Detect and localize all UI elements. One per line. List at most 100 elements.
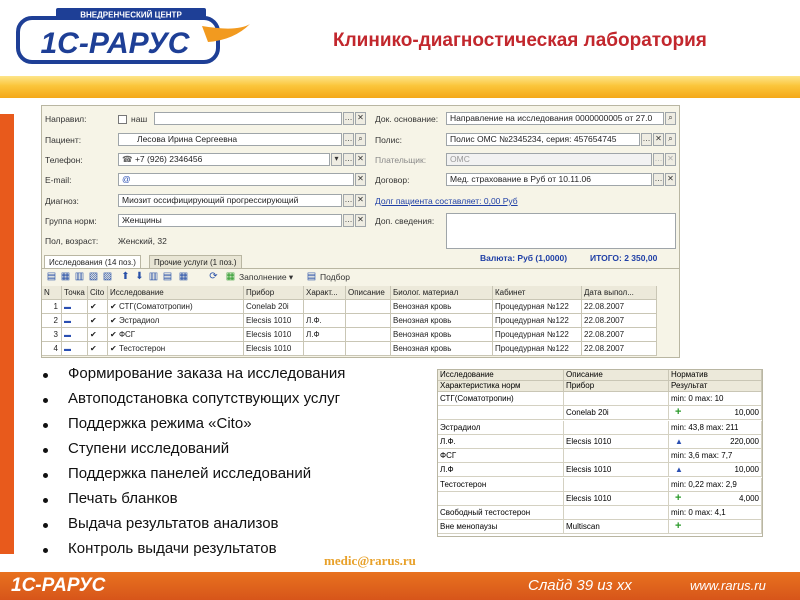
direction-checkbox[interactable] [118,115,127,124]
result-value-cell[interactable]: ▲ 220,000 [669,434,762,449]
room-cell[interactable]: Процедурная №122 [493,314,582,328]
col-char[interactable]: Характ... [304,286,346,300]
tab-other-services[interactable]: Прочие услуги (1 поз.) [149,255,242,269]
direction-select-button[interactable]: … [343,112,354,125]
device-cell[interactable]: Conelab 20i [244,300,304,314]
payer-select-button[interactable]: … [653,153,664,166]
col-material[interactable]: Биолог. материал [391,286,493,300]
phone-select-button[interactable]: … [343,153,354,166]
result-norm[interactable]: min: 0 max: 10 [669,392,762,406]
result-value-cell[interactable]: +10,000 [669,406,762,420]
sort-desc-icon[interactable]: ▤ [162,271,173,282]
char-cell[interactable] [304,300,346,314]
date-cell[interactable]: 22.08.2007 [582,328,657,342]
email-field[interactable]: @ [118,173,354,186]
res-col-result[interactable]: Результат [669,381,762,392]
study-cell[interactable]: ✔ Эстрадиол [108,314,244,328]
material-cell[interactable]: Венозная кровь [391,300,493,314]
cito-cell[interactable]: ✔ [88,314,108,328]
cito-cell[interactable]: ✔ [88,300,108,314]
result-device[interactable]: Conelab 20i [564,406,669,420]
table-row[interactable]: 3 ▬ ✔ ✔ ФСГ Elecsis 1010 Л.Ф Венозная кровь Про… [42,328,679,342]
select-button[interactable]: Подбор [320,272,350,282]
patient-field[interactable]: Лесова Ирина Сергеевна [118,133,342,146]
result-norm[interactable]: min: 3,6 max: 7,7 [669,449,762,463]
direction-clear-button[interactable]: ✕ [355,112,366,125]
res-col-device[interactable]: Прибор [564,381,669,392]
row-settings-icon[interactable]: ▨ [102,271,113,282]
diagnosis-clear-button[interactable]: ✕ [355,194,366,207]
result-study[interactable]: Свободный тестостерон [438,506,564,520]
tab-studies[interactable]: Исследования (14 поз.) [44,255,141,269]
table-icon[interactable]: ▦ [178,271,189,282]
desc-cell[interactable] [346,300,391,314]
point-cell[interactable]: ▬ [62,342,88,356]
payer-clear-button[interactable]: ✕ [665,153,676,166]
diagnosis-select-button[interactable]: … [343,194,354,207]
phone-field[interactable]: ☎ +7 (926) 2346456 [118,153,330,166]
study-cell[interactable]: ✔ Тестостерон [108,342,244,356]
result-device[interactable]: Multiscan [564,520,669,534]
n-cell[interactable]: 2 [42,314,62,328]
col-room[interactable]: Кабинет [493,286,582,300]
patient-search-button[interactable]: ⌕ [355,133,366,146]
result-device[interactable]: Elecsis 1010 [564,463,669,477]
move-up-icon[interactable]: ⬆ [120,271,131,282]
study-cell[interactable]: ✔ СТГ(Соматотропин) [108,300,244,314]
refresh-icon[interactable]: ⟳ [208,271,219,282]
contact-email[interactable]: medic@rarus.ru [324,553,416,569]
desc-cell[interactable] [346,342,391,356]
col-desc[interactable]: Описание [346,286,391,300]
res-col-char[interactable]: Характеристика норм [438,381,564,392]
table-row[interactable]: 4 ▬ ✔ ✔ Тестостерон Elecsis 1010 Венозная кро… [42,342,679,356]
email-clear-button[interactable]: ✕ [355,173,366,186]
fill-menu[interactable]: Заполнение ▾ [239,272,293,283]
result-desc-cell[interactable] [564,449,669,463]
char-cell[interactable]: Л.Ф. [304,314,346,328]
result-device[interactable]: Elecsis 1010 [564,434,669,449]
res-col-study[interactable]: Исследование [438,370,564,381]
col-study[interactable]: Исследование [108,286,244,300]
result-char[interactable]: Вне менопаузы [438,520,564,534]
point-cell[interactable]: ▬ [62,314,88,328]
material-cell[interactable]: Венозная кровь [391,328,493,342]
result-study[interactable]: СТГ(Соматотропин) [438,392,564,406]
col-date[interactable]: Дата выпол... [582,286,657,300]
device-cell[interactable]: Elecsis 1010 [244,328,304,342]
desc-cell[interactable] [346,314,391,328]
result-norm[interactable]: min: 0,22 max: 2,9 [669,477,762,492]
move-down-icon[interactable]: ⬇ [134,271,145,282]
result-desc-cell[interactable] [564,392,669,406]
device-cell[interactable]: Elecsis 1010 [244,314,304,328]
delete-row-icon[interactable]: ▧ [88,271,99,282]
debt-link[interactable]: Долг пациента составляет: 0,00 Руб [375,196,518,206]
edit-row-icon[interactable]: ▥ [74,271,85,282]
result-desc-cell[interactable] [564,420,669,435]
result-study[interactable]: Эстрадиол [438,420,564,435]
direction-field[interactable] [154,112,342,125]
table-row[interactable]: 2 ▬ ✔ ✔ Эстрадиол Elecsis 1010 Л.Ф. Венозная к… [42,314,679,328]
copy-row-icon[interactable]: ▦ [60,271,71,282]
material-cell[interactable]: Венозная кровь [391,314,493,328]
policy-field[interactable]: Полис ОМС №2345234, серия: 457654745 [446,133,640,146]
diagnosis-field[interactable]: Миозит оссифицирующий прогрессирующий [118,194,342,207]
desc-cell[interactable] [346,328,391,342]
policy-select-button[interactable]: … [641,133,652,146]
n-cell[interactable]: 4 [42,342,62,356]
room-cell[interactable]: Процедурная №122 [493,342,582,356]
res-col-desc[interactable]: Описание [564,370,669,381]
result-device[interactable]: Elecsis 1010 [564,491,669,506]
result-desc-cell[interactable] [564,506,669,520]
patient-select-button[interactable]: … [343,133,354,146]
phone-dropdown-button[interactable]: ▾ [331,153,342,166]
add-row-icon[interactable]: ▤ [46,271,57,282]
contract-field[interactable]: Мед. страхование в Руб от 10.11.06 [446,173,652,186]
cito-cell[interactable]: ✔ [88,328,108,342]
result-char[interactable] [438,491,564,506]
n-cell[interactable]: 1 [42,300,62,314]
result-value-cell[interactable]: + [669,520,762,534]
date-cell[interactable]: 22.08.2007 [582,314,657,328]
result-char[interactable]: Л.Ф. [438,434,564,449]
table-row[interactable]: 1 ▬ ✔ ✔ СТГ(Соматотропин) Conelab 20i Венозна… [42,300,679,314]
n-cell[interactable]: 3 [42,328,62,342]
